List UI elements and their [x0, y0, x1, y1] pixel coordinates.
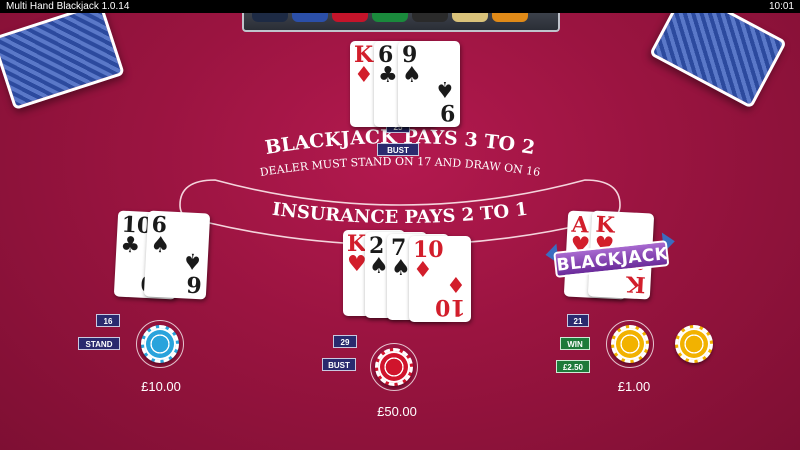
card-rank: 9: [439, 99, 455, 125]
card-suit-icon: ♠: [369, 254, 389, 279]
dealer-rule-text: DEALER MUST STAND ON 17 AND DRAW ON 16: [259, 155, 541, 179]
hand-2-bet-amount: £50.00: [377, 404, 417, 419]
app-title: Multi Hand Blackjack 1.0.14: [6, 1, 130, 12]
clock: 10:01: [768, 1, 794, 12]
insurance-text: INSURANCE PAYS 2 TO 1: [271, 199, 529, 228]
hand-3-total-badge: 21: [567, 314, 589, 327]
hand-3-payout-badge: £2.50: [556, 360, 590, 373]
card-suit-icon: ♦: [354, 63, 374, 88]
winnings-chip: [675, 325, 713, 363]
title-bar: Multi Hand Blackjack 1.0.14 10:01: [0, 0, 800, 13]
hand-1-status-badge: STAND: [78, 337, 120, 350]
playing-card: 6 ♠ 6 ♠: [143, 210, 211, 300]
card-suit-icon: ♣: [378, 63, 398, 88]
playing-card: 10 ♦ 10 ♦: [409, 236, 471, 322]
hand-1-bet-amount: £10.00: [141, 379, 181, 394]
discard-deck: [0, 1, 125, 111]
card-suit-icon: ♥: [347, 252, 367, 277]
hand-2-total-badge: 29: [333, 335, 357, 348]
blackjack-table: Multi Hand Blackjack 1.0.14 10:01 BLACKJ…: [0, 0, 800, 450]
bet-chip-3: [611, 325, 649, 363]
card-suit-icon: ♠: [149, 232, 171, 259]
hand-2-status-badge: BUST: [322, 358, 356, 371]
hand-3-status-badge: WIN: [560, 337, 590, 350]
hand-1-total-badge: 16: [96, 314, 120, 327]
card-suit-icon: ♠: [435, 76, 455, 101]
card-rank: 6: [185, 270, 203, 298]
card-shoe: [648, 0, 788, 109]
blackjack-banner-label: BLACKJACK: [553, 240, 669, 278]
card-rank: K: [625, 270, 647, 298]
blackjack-banner: BLACKJACK: [544, 229, 677, 282]
card-suit-icon: ♠: [402, 63, 422, 88]
card-suit-icon: ♦: [413, 258, 433, 283]
dealer-status-badge: BUST: [377, 143, 419, 156]
card-suit-icon: ♠: [182, 247, 204, 274]
card-suit-icon: ♦: [446, 271, 466, 296]
bet-chip-1: [141, 325, 179, 363]
hand-3-bet-amount: £1.00: [617, 379, 651, 394]
card-suit-icon: ♠: [391, 256, 411, 281]
bet-chip-2: [375, 348, 413, 386]
playing-card: 9 ♠ 9 ♠: [398, 41, 460, 127]
card-suit-icon: ♣: [119, 232, 141, 259]
card-rank: 10: [435, 294, 466, 320]
